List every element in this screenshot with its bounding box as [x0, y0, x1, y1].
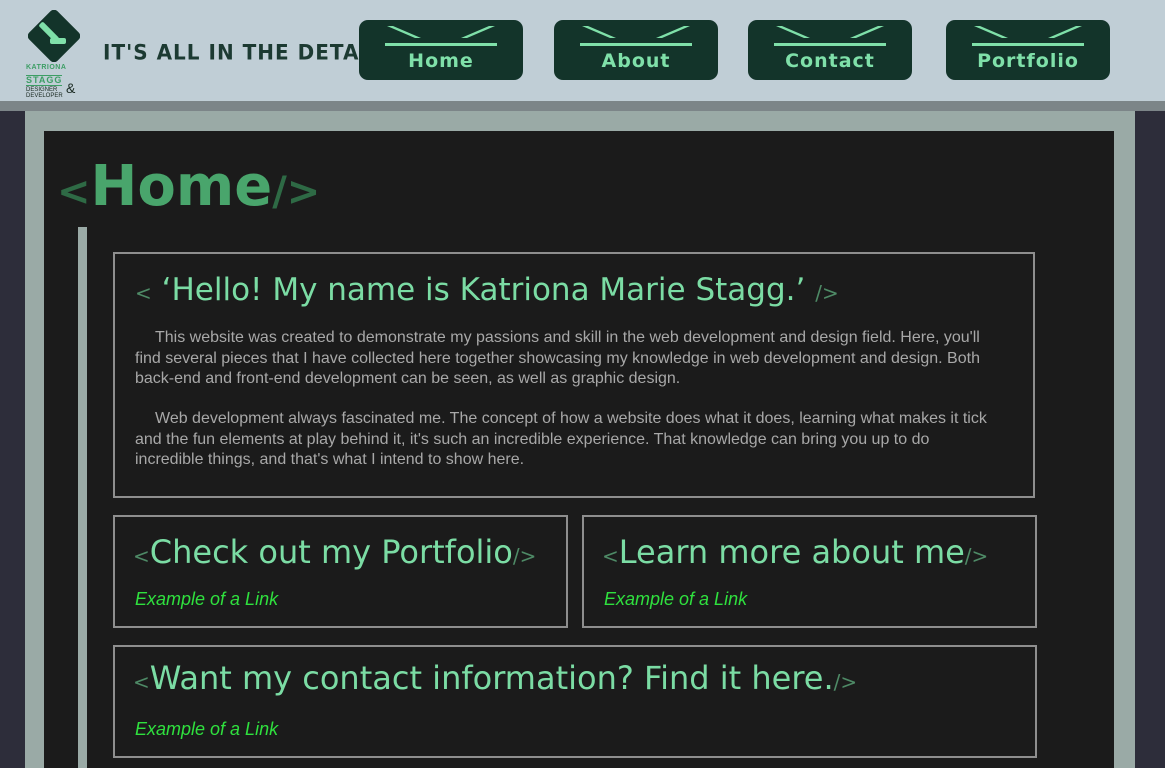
- contact-link[interactable]: Example of a Link: [135, 719, 278, 740]
- about-link[interactable]: Example of a Link: [604, 589, 747, 610]
- card-heading-text: Learn more about me: [618, 533, 965, 571]
- logo-mark-icon: [28, 10, 80, 62]
- logo-line-katriona: KATRIONA: [26, 64, 67, 71]
- card-close-bracket: />: [512, 544, 537, 568]
- logo-ampersand: &: [66, 80, 76, 96]
- logo-line-developer: DEVELOPER: [26, 93, 63, 99]
- logo-text: KATRIONA STAGG DESIGNER DEVELOPER: [26, 64, 86, 99]
- title-close-bracket: />: [272, 169, 321, 215]
- nav-contact-label: Contact: [785, 50, 875, 72]
- logo-line-stagg: STAGG: [26, 75, 63, 86]
- card-open-bracket: <: [133, 670, 150, 694]
- nav-home-label: Home: [408, 50, 474, 72]
- content-side-bar: [78, 227, 87, 768]
- site-tagline: IT'S ALL IN THE DETAILS: [103, 39, 398, 65]
- eyes-icon: [385, 26, 497, 46]
- eyes-icon: [972, 26, 1084, 46]
- intro-paragraph-1: This website was created to demonstrate …: [135, 329, 980, 387]
- portfolio-card-heading: <Check out my Portfolio/>: [133, 533, 536, 571]
- card-open-bracket: <: [133, 544, 150, 568]
- portfolio-card: <Check out my Portfolio/> Example of a L…: [113, 515, 568, 628]
- card-close-bracket: />: [833, 670, 858, 694]
- card-close-bracket: />: [964, 544, 989, 568]
- intro-close-bracket: />: [815, 281, 839, 305]
- contact-card-heading: <Want my contact information? Find it he…: [133, 659, 857, 697]
- eyes-icon: [580, 26, 692, 46]
- header-divider: [0, 101, 1165, 111]
- title-text: Home: [90, 154, 273, 219]
- card-open-bracket: <: [602, 544, 619, 568]
- intro-paragraph-2: Web development always fascinated me. Th…: [135, 410, 987, 468]
- card-heading-text: Want my contact information? Find it her…: [149, 659, 834, 697]
- intro-open-bracket: <: [135, 281, 152, 305]
- intro-heading-text: ‘Hello! My name is Katriona Marie Stagg.…: [161, 272, 806, 308]
- nav-about-button[interactable]: About: [554, 20, 718, 80]
- contact-card: <Want my contact information? Find it he…: [113, 645, 1037, 758]
- intro-heading: < ‘Hello! My name is Katriona Marie Stag…: [135, 272, 839, 308]
- nav-home-button[interactable]: Home: [359, 20, 523, 80]
- nav-about-label: About: [601, 50, 671, 72]
- portfolio-link[interactable]: Example of a Link: [135, 589, 278, 610]
- page-title: <Home/>: [57, 153, 320, 226]
- about-card-heading: <Learn more about me/>: [602, 533, 988, 571]
- nav-portfolio-label: Portfolio: [977, 50, 1079, 72]
- about-card: <Learn more about me/> Example of a Link: [582, 515, 1037, 628]
- card-heading-text: Check out my Portfolio: [149, 533, 513, 571]
- eyes-icon: [774, 26, 886, 46]
- nav-portfolio-button[interactable]: Portfolio: [946, 20, 1110, 80]
- intro-card: < ‘Hello! My name is Katriona Marie Stag…: [113, 252, 1035, 498]
- title-open-bracket: <: [57, 169, 91, 215]
- nav-contact-button[interactable]: Contact: [748, 20, 912, 80]
